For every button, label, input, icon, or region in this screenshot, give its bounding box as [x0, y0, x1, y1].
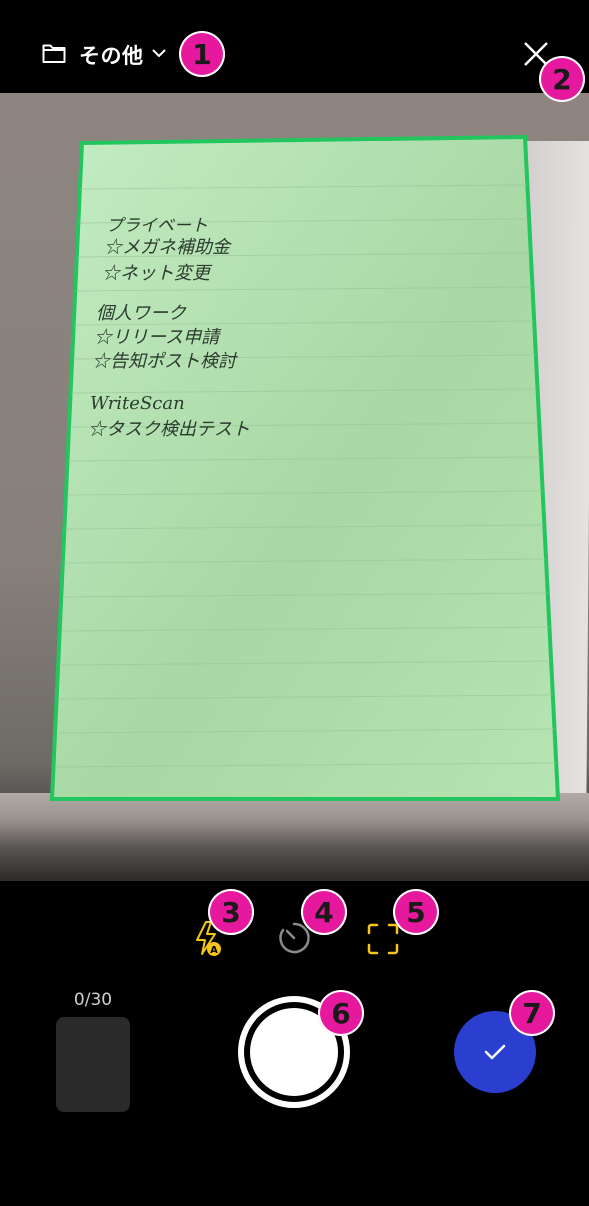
page-counter: 0/30 [73, 990, 113, 1010]
annotation-badge-7: 7 [509, 990, 555, 1036]
captured-thumbnail[interactable] [56, 1017, 130, 1112]
handwritten-line: ☆リリース申請 [94, 327, 220, 348]
handwritten-line: WriteScan [90, 393, 185, 414]
chevron-down-icon[interactable] [150, 44, 168, 62]
handwritten-line: ☆告知ポスト検討 [92, 351, 236, 372]
document-detect-icon[interactable] [366, 922, 400, 956]
handwritten-line: ☆タスク検出テスト [88, 419, 250, 440]
annotation-badge-6: 6 [318, 990, 364, 1036]
folder-selector-label[interactable]: その他 [79, 40, 144, 70]
folder-icon[interactable] [42, 42, 66, 64]
camera-viewfinder[interactable]: プライベート ☆メガネ補助金 ☆ネット変更 個人ワーク ☆リリース申請 ☆告知ポ… [0, 93, 589, 881]
annotation-badge-1: 1 [179, 31, 225, 77]
handwritten-line: ☆ネット変更 [102, 263, 210, 284]
annotation-badge-5: 5 [393, 889, 439, 935]
top-bar: その他 [0, 0, 589, 93]
handwritten-line: 個人ワーク [96, 303, 186, 324]
annotation-badge-4: 4 [301, 889, 347, 935]
svg-text:A: A [210, 945, 218, 956]
checkmark-icon [484, 1044, 506, 1060]
document-detection-overlay [49, 134, 561, 801]
annotation-badge-3: 3 [208, 889, 254, 935]
handwritten-line: ☆メガネ補助金 [104, 237, 230, 258]
annotation-badge-2: 2 [539, 56, 585, 102]
